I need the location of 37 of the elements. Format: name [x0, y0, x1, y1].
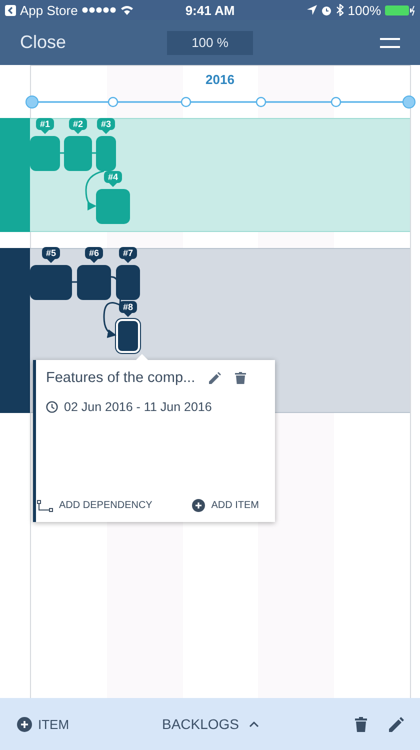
- item-card[interactable]: [116, 265, 140, 300]
- clock-icon: [46, 401, 58, 413]
- edit-icon[interactable]: [389, 716, 404, 732]
- add-item-button[interactable]: ITEM: [17, 716, 70, 732]
- dependency-line: [85, 170, 104, 210]
- add-dependency-button[interactable]: ADD DEPENDENCY: [37, 499, 152, 512]
- close-button[interactable]: Close: [20, 32, 167, 53]
- location-icon: [306, 5, 317, 15]
- dependency-line: [103, 276, 122, 338]
- plus-circle-icon: [192, 499, 206, 512]
- plus-circle-icon: [17, 716, 32, 732]
- item-dates: 02 Jun 2016 - 11 Jun 2016: [64, 400, 212, 414]
- menu-icon[interactable]: [380, 36, 400, 48]
- edit-icon[interactable]: [209, 372, 222, 384]
- trash-icon[interactable]: [355, 716, 367, 732]
- dependency-line: [72, 281, 77, 283]
- caret-icon: [249, 721, 260, 727]
- back-icon[interactable]: [5, 4, 16, 16]
- backlogs-button[interactable]: BACKLOGS: [162, 716, 260, 732]
- dependency-line: [92, 152, 96, 154]
- dependency-line: [60, 152, 64, 154]
- back-label[interactable]: App Store: [20, 2, 78, 18]
- battery-icon: [385, 4, 415, 16]
- timeline-year: 2016: [204, 72, 236, 87]
- battery-percent: 100%: [348, 2, 381, 18]
- item-card[interactable]: [77, 265, 111, 300]
- alarm-icon: [320, 4, 332, 16]
- item-title: Features of the comp...: [46, 370, 196, 386]
- wifi-icon: [120, 5, 134, 15]
- zoom-level[interactable]: 100 %: [167, 30, 253, 54]
- item-card[interactable]: [116, 319, 140, 353]
- add-item-button[interactable]: ADD ITEM: [192, 499, 259, 512]
- status-time: 9:41 AM: [185, 2, 235, 18]
- bluetooth-icon: [336, 4, 344, 16]
- trash-icon[interactable]: [235, 372, 246, 384]
- dependency-icon: [37, 500, 53, 512]
- signal-icon: [82, 7, 116, 13]
